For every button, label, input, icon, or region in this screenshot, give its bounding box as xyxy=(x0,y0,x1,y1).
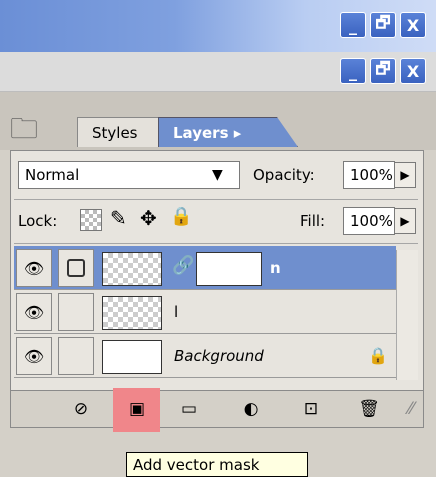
inner-close-button[interactable]: X xyxy=(400,58,426,84)
lock-position-icon[interactable]: ✥ xyxy=(140,206,157,230)
chain-link-icon[interactable]: 🔗 xyxy=(172,255,194,276)
layer-mask-icon xyxy=(67,259,85,277)
layer-name[interactable]: n xyxy=(270,259,281,277)
inner-minimize-button[interactable]: _ xyxy=(340,58,366,84)
layer-name[interactable]: l xyxy=(174,303,178,321)
blend-mode-select[interactable]: Normal xyxy=(18,161,240,189)
layer-thumbnail[interactable] xyxy=(102,252,162,286)
blend-mode-value: Normal xyxy=(25,166,80,184)
lock-all-icon[interactable]: 🔒 xyxy=(170,206,192,227)
chevron-down-icon: ▼ xyxy=(212,167,223,183)
new-group-icon[interactable]: ▭ xyxy=(176,398,202,420)
mask-link-toggle[interactable] xyxy=(58,249,94,287)
link-slot[interactable] xyxy=(58,293,94,331)
fill-value: 100% xyxy=(350,212,393,230)
lock-label: Lock: xyxy=(18,212,58,230)
visibility-eye-icon[interactable]: 👁 xyxy=(16,293,52,331)
tooltip: Add vector mask xyxy=(126,452,308,477)
outer-minimize-button[interactable]: _ xyxy=(340,12,366,38)
fill-arrow-button[interactable]: ▶ xyxy=(394,208,416,234)
visibility-eye-icon[interactable]: 👁 xyxy=(16,249,52,287)
resize-grip-icon[interactable]: ⁄⁄ xyxy=(398,398,424,420)
inner-restore-button[interactable]: 🗗 xyxy=(370,58,396,84)
outer-restore-button[interactable]: 🗗 xyxy=(370,12,396,38)
lock-icon: 🔒 xyxy=(368,346,388,365)
file-browser-icon[interactable]: 🗀 xyxy=(10,108,50,146)
divider xyxy=(14,243,418,244)
opacity-value: 100% xyxy=(350,166,393,184)
tab-styles[interactable]: Styles xyxy=(77,117,167,147)
link-slot[interactable] xyxy=(58,337,94,375)
trash-icon[interactable]: 🗑 xyxy=(356,398,382,420)
fill-label: Fill: xyxy=(300,212,326,230)
new-layer-icon[interactable]: ⊡ xyxy=(298,398,324,420)
link-layers-icon[interactable]: ⊘ xyxy=(68,398,94,420)
outer-close-button[interactable]: X xyxy=(400,12,426,38)
fill-input[interactable]: 100% xyxy=(343,207,395,235)
tab-layers[interactable]: Layers ▸ xyxy=(158,117,298,147)
scrollbar[interactable] xyxy=(396,250,418,380)
visibility-eye-icon[interactable]: 👁 xyxy=(16,337,52,375)
opacity-input[interactable]: 100% xyxy=(343,161,395,189)
adjustment-layer-icon[interactable]: ◐ xyxy=(238,398,264,420)
vector-mask-thumbnail[interactable] xyxy=(196,252,262,286)
opacity-label: Opacity: xyxy=(253,166,315,184)
divider xyxy=(14,199,418,200)
add-vector-mask-icon[interactable]: ▣ xyxy=(124,398,150,420)
layer-thumbnail[interactable] xyxy=(102,296,162,330)
opacity-arrow-button[interactable]: ▶ xyxy=(394,162,416,188)
layer-thumbnail[interactable] xyxy=(102,340,162,374)
layer-name[interactable]: Background xyxy=(174,347,264,365)
lock-image-icon[interactable]: ✎ xyxy=(110,206,127,230)
lock-transparency-icon[interactable] xyxy=(80,209,102,231)
